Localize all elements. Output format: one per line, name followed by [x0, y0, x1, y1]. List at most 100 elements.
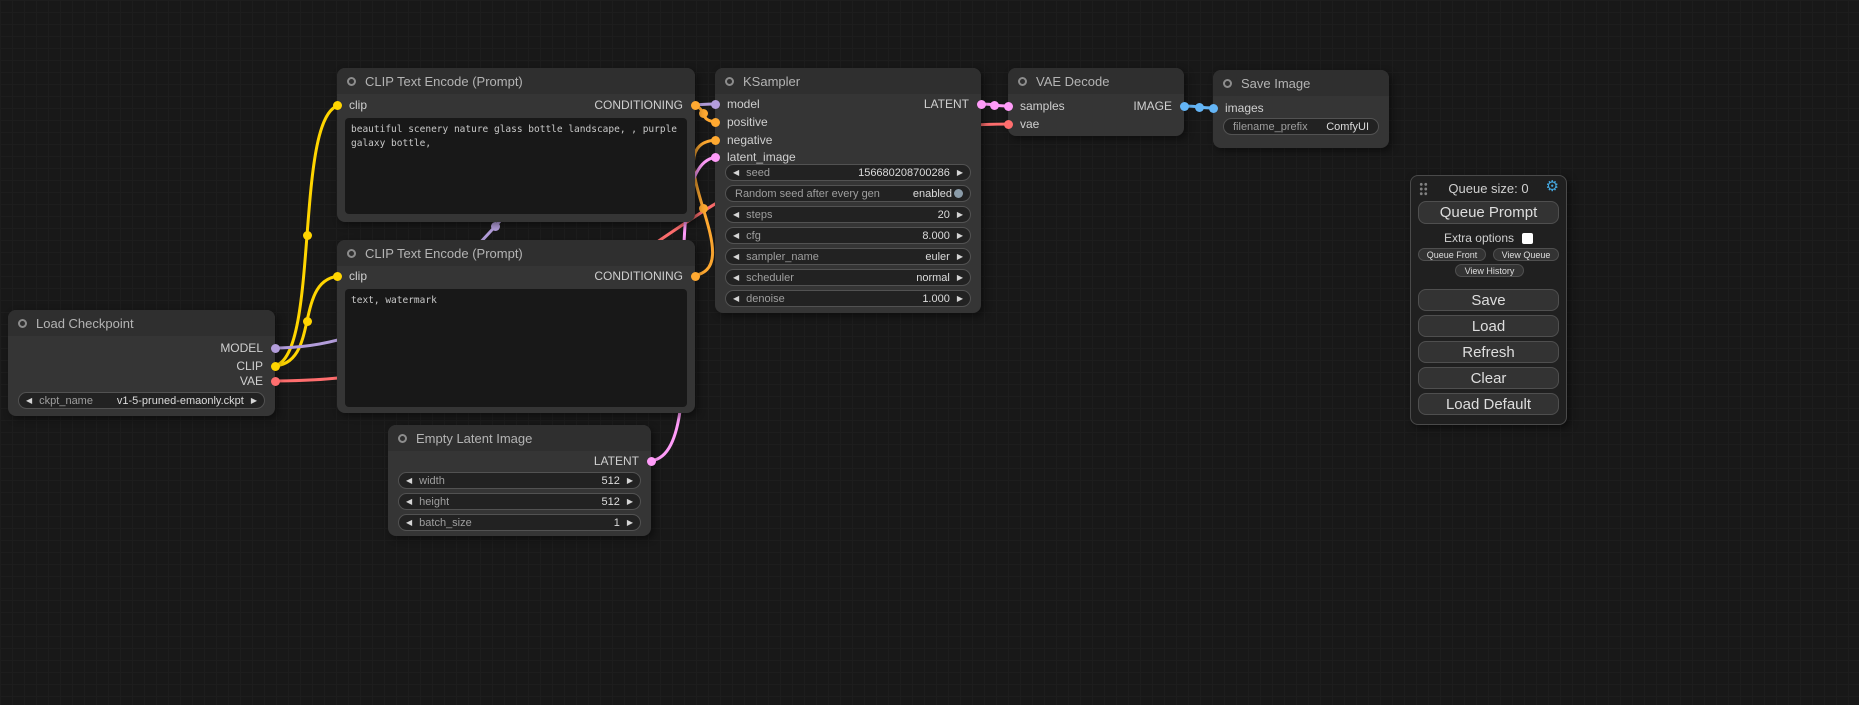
- view-queue-button[interactable]: View Queue: [1493, 248, 1559, 261]
- node-canvas[interactable]: Load Checkpoint MODEL CLIP VAE ◀ ckpt_na…: [0, 0, 1859, 705]
- node-header[interactable]: CLIP Text Encode (Prompt): [337, 240, 695, 266]
- widget-value: 512: [601, 496, 619, 508]
- extra-options-row: Extra options: [1411, 231, 1566, 245]
- input-port-clip[interactable]: [333, 101, 342, 110]
- extra-options-checkbox[interactable]: [1522, 233, 1533, 244]
- negative-prompt-textarea[interactable]: text, watermark: [345, 289, 687, 407]
- widget-scheduler[interactable]: ◀ scheduler normal ▶: [725, 269, 971, 286]
- node-header[interactable]: Empty Latent Image: [388, 425, 651, 451]
- node-load-checkpoint[interactable]: Load Checkpoint MODEL CLIP VAE ◀ ckpt_na…: [8, 310, 275, 416]
- node-empty-latent-image[interactable]: Empty Latent Image LATENT ◀ width 512 ▶ …: [388, 425, 651, 536]
- output-slot-vae: VAE: [155, 372, 275, 390]
- input-port-latent-image[interactable]: [711, 153, 720, 162]
- input-port-negative[interactable]: [711, 136, 720, 145]
- widget-random-seed-toggle[interactable]: Random seed after every gen enabled: [725, 185, 971, 202]
- slot-label: CLIP: [236, 359, 263, 373]
- output-port-conditioning[interactable]: [691, 101, 700, 110]
- collapse-toggle-icon[interactable]: [398, 434, 407, 443]
- toggle-dot-icon[interactable]: [954, 189, 963, 198]
- queue-front-button[interactable]: Queue Front: [1418, 248, 1486, 261]
- positive-prompt-textarea[interactable]: beautiful scenery nature glass bottle la…: [345, 118, 687, 214]
- output-port-latent[interactable]: [977, 100, 986, 109]
- decrement-arrow-icon[interactable]: ◀: [406, 498, 412, 506]
- save-button[interactable]: Save: [1418, 289, 1559, 311]
- output-port-conditioning[interactable]: [691, 272, 700, 281]
- output-port-image[interactable]: [1180, 102, 1189, 111]
- widget-height[interactable]: ◀ height 512 ▶: [398, 493, 641, 510]
- widget-label: steps: [746, 209, 772, 221]
- settings-gear-icon[interactable]: ⚙: [1546, 179, 1559, 194]
- queue-size-label: Queue size: 0: [1411, 181, 1566, 196]
- collapse-toggle-icon[interactable]: [347, 77, 356, 86]
- widget-value: 8.000: [922, 230, 950, 242]
- input-port-samples[interactable]: [1004, 102, 1013, 111]
- widget-value: 512: [601, 475, 619, 487]
- input-slot-negative: negative: [715, 131, 835, 149]
- widget-sampler-name[interactable]: ◀ sampler_name euler ▶: [725, 248, 971, 265]
- widget-value: v1-5-pruned-emaonly.ckpt: [117, 395, 244, 407]
- node-clip-text-encode-negative[interactable]: CLIP Text Encode (Prompt) clip CONDITION…: [337, 240, 695, 413]
- node-clip-text-encode-positive[interactable]: CLIP Text Encode (Prompt) clip CONDITION…: [337, 68, 695, 222]
- decrement-arrow-icon[interactable]: ◀: [733, 232, 739, 240]
- input-port-images[interactable]: [1209, 104, 1218, 113]
- increment-arrow-icon[interactable]: ▶: [957, 253, 963, 261]
- node-header[interactable]: Load Checkpoint: [8, 310, 275, 336]
- queue-prompt-button[interactable]: Queue Prompt: [1418, 201, 1559, 224]
- decrement-arrow-icon[interactable]: ◀: [733, 169, 739, 177]
- input-port-model[interactable]: [711, 100, 720, 109]
- load-default-button[interactable]: Load Default: [1418, 393, 1559, 415]
- widget-cfg[interactable]: ◀ cfg 8.000 ▶: [725, 227, 971, 244]
- load-button[interactable]: Load: [1418, 315, 1559, 337]
- increment-arrow-icon[interactable]: ▶: [957, 211, 963, 219]
- input-port-positive[interactable]: [711, 118, 720, 127]
- increment-arrow-icon[interactable]: ▶: [957, 232, 963, 240]
- input-port-clip[interactable]: [333, 272, 342, 281]
- increment-arrow-icon[interactable]: ▶: [957, 295, 963, 303]
- increment-arrow-icon[interactable]: ▶: [957, 169, 963, 177]
- widget-denoise[interactable]: ◀ denoise 1.000 ▶: [725, 290, 971, 307]
- node-title: KSampler: [743, 74, 800, 89]
- collapse-toggle-icon[interactable]: [1223, 79, 1232, 88]
- increment-arrow-icon[interactable]: ▶: [251, 397, 257, 405]
- output-port-vae[interactable]: [271, 377, 280, 386]
- decrement-arrow-icon[interactable]: ◀: [733, 274, 739, 282]
- node-ksampler[interactable]: KSampler model LATENT positive negative …: [715, 68, 981, 313]
- decrement-arrow-icon[interactable]: ◀: [733, 211, 739, 219]
- increment-arrow-icon[interactable]: ▶: [627, 519, 633, 527]
- node-header[interactable]: VAE Decode: [1008, 68, 1184, 94]
- widget-label: filename_prefix: [1233, 121, 1308, 133]
- decrement-arrow-icon[interactable]: ◀: [733, 253, 739, 261]
- slot-label: IMAGE: [1133, 99, 1172, 113]
- widget-seed[interactable]: ◀ seed 156680208700286 ▶: [725, 164, 971, 181]
- widget-filename-prefix[interactable]: filename_prefix ComfyUI: [1223, 118, 1379, 135]
- node-header[interactable]: KSampler: [715, 68, 981, 94]
- node-save-image[interactable]: Save Image images filename_prefix ComfyU…: [1213, 70, 1389, 148]
- widget-batch-size[interactable]: ◀ batch_size 1 ▶: [398, 514, 641, 531]
- input-slot-clip: clip: [337, 96, 457, 114]
- input-port-vae[interactable]: [1004, 120, 1013, 129]
- decrement-arrow-icon[interactable]: ◀: [733, 295, 739, 303]
- node-header[interactable]: CLIP Text Encode (Prompt): [337, 68, 695, 94]
- decrement-arrow-icon[interactable]: ◀: [406, 477, 412, 485]
- output-port-model[interactable]: [271, 344, 280, 353]
- collapse-toggle-icon[interactable]: [1018, 77, 1027, 86]
- clear-button[interactable]: Clear: [1418, 367, 1559, 389]
- decrement-arrow-icon[interactable]: ◀: [406, 519, 412, 527]
- increment-arrow-icon[interactable]: ▶: [627, 477, 633, 485]
- widget-ckpt-name[interactable]: ◀ ckpt_name v1-5-pruned-emaonly.ckpt ▶: [18, 392, 265, 409]
- widget-steps[interactable]: ◀ steps 20 ▶: [725, 206, 971, 223]
- node-vae-decode[interactable]: VAE Decode samples IMAGE vae: [1008, 68, 1184, 136]
- slot-label: clip: [349, 269, 367, 283]
- output-port-latent[interactable]: [647, 457, 656, 466]
- refresh-button[interactable]: Refresh: [1418, 341, 1559, 363]
- widget-width[interactable]: ◀ width 512 ▶: [398, 472, 641, 489]
- collapse-toggle-icon[interactable]: [347, 249, 356, 258]
- collapse-toggle-icon[interactable]: [725, 77, 734, 86]
- decrement-arrow-icon[interactable]: ◀: [26, 397, 32, 405]
- output-port-clip[interactable]: [271, 362, 280, 371]
- view-history-button[interactable]: View History: [1455, 264, 1524, 277]
- increment-arrow-icon[interactable]: ▶: [627, 498, 633, 506]
- node-header[interactable]: Save Image: [1213, 70, 1389, 96]
- increment-arrow-icon[interactable]: ▶: [957, 274, 963, 282]
- collapse-toggle-icon[interactable]: [18, 319, 27, 328]
